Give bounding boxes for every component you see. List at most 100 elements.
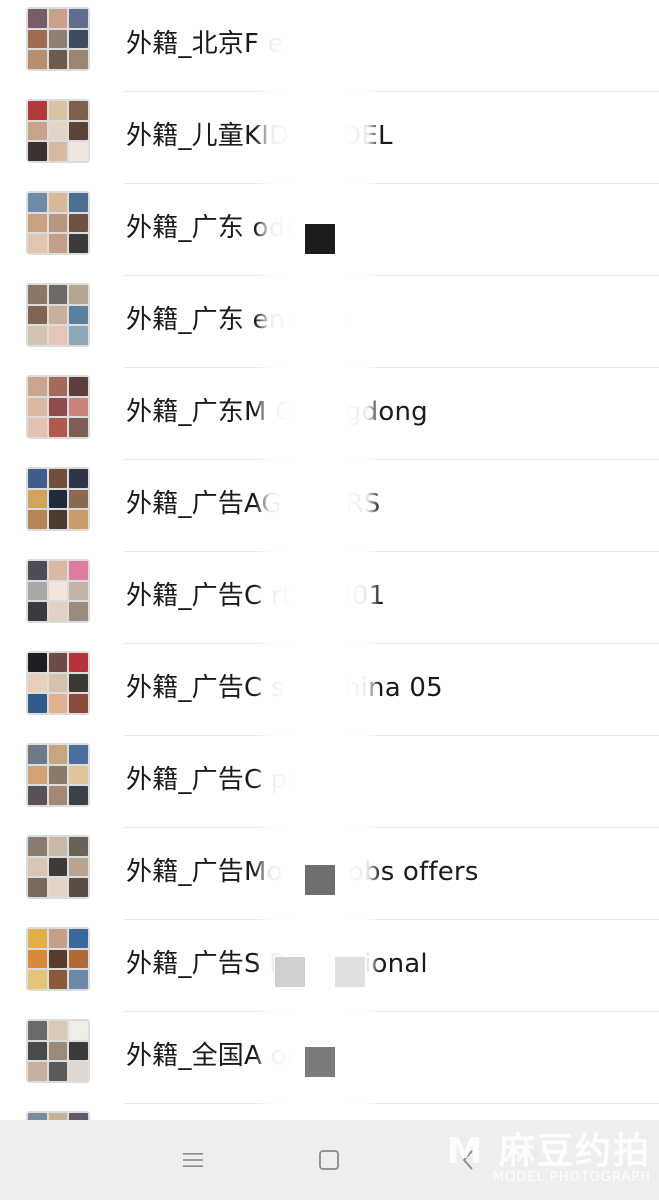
avatar-photo — [69, 1041, 88, 1061]
redaction-block — [305, 865, 335, 895]
avatar-photo — [69, 581, 88, 601]
avatar-photo — [48, 489, 68, 509]
group-avatar — [26, 191, 90, 255]
avatar-photo — [69, 857, 88, 877]
avatar-photo — [69, 193, 88, 212]
avatar-photo — [28, 786, 47, 805]
avatar-photo — [28, 878, 47, 897]
avatar-photo — [48, 510, 68, 529]
avatar-photo — [69, 101, 88, 120]
group-avatar — [26, 1111, 90, 1120]
avatar-photo — [28, 602, 47, 621]
avatar-photo — [69, 29, 88, 49]
avatar-photo — [69, 469, 88, 488]
avatar-photo — [48, 786, 68, 805]
avatar-photo — [48, 837, 68, 856]
square-home-icon — [319, 1150, 339, 1170]
avatar-photo — [48, 694, 68, 713]
avatar-photo — [69, 949, 88, 969]
avatar-photo — [69, 765, 88, 785]
group-avatar — [26, 283, 90, 347]
avatar-photo — [28, 929, 47, 948]
avatar-photo — [69, 837, 88, 856]
avatar-photo — [48, 1021, 68, 1040]
avatar-photo — [69, 602, 88, 621]
avatar-photo — [69, 489, 88, 509]
avatar-photo — [69, 694, 88, 713]
group-avatar — [26, 651, 90, 715]
avatar-photo — [48, 285, 68, 304]
avatar-photo — [28, 837, 47, 856]
group-avatar — [26, 375, 90, 439]
avatar-photo — [28, 234, 47, 253]
avatar-photo — [69, 9, 88, 28]
avatar-photo — [48, 326, 68, 345]
group-avatar — [26, 835, 90, 899]
avatar-photo — [69, 234, 88, 253]
avatar-photo — [48, 29, 68, 49]
avatar-photo — [69, 50, 88, 69]
avatar-photo — [48, 745, 68, 764]
avatar-photo — [48, 213, 68, 233]
avatar-photo — [48, 101, 68, 120]
avatar-photo — [48, 1062, 68, 1081]
avatar-photo — [69, 786, 88, 805]
menu-button[interactable] — [163, 1140, 223, 1180]
avatar-photo — [69, 121, 88, 141]
avatar-photo — [69, 510, 88, 529]
avatar-photo — [28, 1041, 47, 1061]
avatar-photo — [69, 561, 88, 580]
avatar-photo — [48, 50, 68, 69]
avatar-photo — [69, 878, 88, 897]
avatar-photo — [48, 970, 68, 989]
avatar-photo — [28, 1062, 47, 1081]
avatar-photo — [69, 377, 88, 396]
avatar-photo — [48, 305, 68, 325]
avatar-photo — [48, 765, 68, 785]
avatar-photo — [69, 305, 88, 325]
avatar-photo — [48, 193, 68, 212]
avatar-photo — [28, 561, 47, 580]
avatar-photo — [48, 142, 68, 161]
avatar-photo — [48, 469, 68, 488]
group-avatar — [26, 467, 90, 531]
group-avatar — [26, 743, 90, 807]
avatar-photo — [69, 142, 88, 161]
avatar-photo — [28, 50, 47, 69]
avatar-photo — [28, 397, 47, 417]
avatar-photo — [69, 326, 88, 345]
avatar-photo — [48, 418, 68, 437]
group-avatar — [26, 559, 90, 623]
avatar-photo — [69, 745, 88, 764]
avatar-photo — [48, 234, 68, 253]
avatar-photo — [48, 9, 68, 28]
redaction-block — [305, 224, 335, 254]
avatar-photo — [28, 418, 47, 437]
avatar-photo — [28, 377, 47, 396]
group-avatar — [26, 7, 90, 71]
avatar-photo — [48, 581, 68, 601]
avatar-photo — [28, 193, 47, 212]
redaction-block — [335, 957, 365, 987]
avatar-photo — [48, 397, 68, 417]
home-button[interactable] — [299, 1140, 359, 1180]
avatar-photo — [28, 694, 47, 713]
avatar-photo — [48, 949, 68, 969]
avatar-photo — [48, 1041, 68, 1061]
avatar-photo — [69, 653, 88, 672]
avatar-photo — [28, 29, 47, 49]
avatar-photo — [28, 765, 47, 785]
avatar-photo — [69, 285, 88, 304]
avatar-photo — [28, 673, 47, 693]
group-avatar — [26, 1019, 90, 1083]
avatar-photo — [48, 673, 68, 693]
avatar-photo — [28, 489, 47, 509]
avatar-photo — [69, 397, 88, 417]
avatar-photo — [28, 142, 47, 161]
avatar-photo — [69, 213, 88, 233]
group-avatar — [26, 99, 90, 163]
avatar-photo — [69, 929, 88, 948]
avatar-photo — [28, 653, 47, 672]
avatar-photo — [48, 653, 68, 672]
avatar-photo — [28, 970, 47, 989]
